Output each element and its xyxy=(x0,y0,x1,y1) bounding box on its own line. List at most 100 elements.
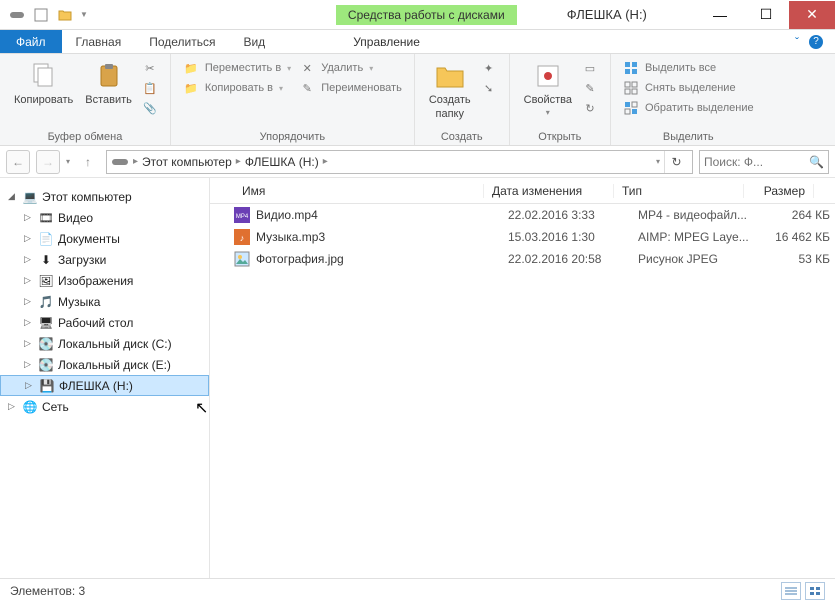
file-size: 264 КБ xyxy=(760,208,830,222)
tab-manage[interactable]: Управление xyxy=(339,30,434,53)
computer-icon: 💻 xyxy=(22,189,38,205)
tree-item[interactable]: ▷📄Документы xyxy=(0,228,209,249)
column-date[interactable]: Дата изменения xyxy=(484,184,614,198)
search-input[interactable] xyxy=(704,155,809,169)
group-clipboard-label: Буфер обмена xyxy=(8,129,162,143)
file-row[interactable]: Фотография.jpg22.02.2016 20:58Рисунок JP… xyxy=(210,248,835,270)
close-button[interactable]: ✕ xyxy=(789,1,835,29)
expand-icon[interactable]: ▷ xyxy=(24,212,34,223)
file-row[interactable]: MP4Видио.mp422.02.2016 3:33MP4 - видеофа… xyxy=(210,204,835,226)
group-new: Создать папку ✦ ➘ Создать xyxy=(415,54,510,145)
nav-recent-icon[interactable]: ▾ xyxy=(66,157,70,166)
expand-icon[interactable]: ▷ xyxy=(24,296,34,307)
file-type: Рисунок JPEG xyxy=(630,252,760,266)
tab-home[interactable]: Главная xyxy=(62,30,136,53)
tree-item[interactable]: ▷💽Локальный диск (C:) xyxy=(0,333,209,354)
folder-icon: 💾 xyxy=(39,378,55,394)
tree-network[interactable]: ▷ 🌐 Сеть xyxy=(0,396,209,417)
minimize-ribbon-icon[interactable]: ˇ xyxy=(795,35,799,49)
copy-to-icon: 📁 xyxy=(183,80,199,96)
collapse-icon[interactable]: ◢ xyxy=(8,191,18,202)
select-none-button[interactable]: Снять выделение xyxy=(623,80,754,96)
copy-path-button[interactable]: 📋 xyxy=(142,80,158,96)
group-organize: 📁Переместить в▾ 📁Копировать в▾ ✕Удалить▾… xyxy=(171,54,415,145)
folder-icon: 🎵 xyxy=(38,294,54,310)
tab-share[interactable]: Поделиться xyxy=(135,30,229,53)
search-box[interactable]: 🔍 xyxy=(699,150,829,174)
chevron-right-icon[interactable]: ▸ xyxy=(236,156,241,167)
qat-folder-icon[interactable] xyxy=(56,6,74,24)
folder-icon: 🖼 xyxy=(38,273,54,289)
properties-button[interactable]: Свойства ▾ xyxy=(518,58,578,119)
expand-icon[interactable]: ▷ xyxy=(24,275,34,286)
chevron-right-icon[interactable]: ▸ xyxy=(133,156,138,167)
new-item-icon: ✦ xyxy=(481,60,497,76)
refresh-button[interactable]: ↻ xyxy=(664,151,688,173)
copy-path-icon: 📋 xyxy=(142,80,158,96)
tree-item-label: Музыка xyxy=(58,295,100,309)
address-bar[interactable]: ▸ Этот компьютер ▸ ФЛЕШКА (H:) ▸ ▾ ↻ xyxy=(106,150,693,174)
expand-icon[interactable]: ▷ xyxy=(24,359,34,370)
expand-icon[interactable]: ▷ xyxy=(8,401,18,412)
chevron-right-icon[interactable]: ▸ xyxy=(323,156,328,167)
cut-button[interactable]: ✂ xyxy=(142,60,158,76)
invert-selection-button[interactable]: Обратить выделение xyxy=(623,100,754,116)
delete-button[interactable]: ✕Удалить▾ xyxy=(299,60,402,76)
new-folder-button[interactable]: Создать папку xyxy=(423,58,477,122)
qat-dropdown-icon[interactable]: ▼ xyxy=(80,10,88,19)
file-name: Видио.mp4 xyxy=(256,208,500,222)
select-all-button[interactable]: Выделить все xyxy=(623,60,754,76)
help-icon[interactable]: ? xyxy=(809,35,823,49)
window-title: ФЛЕШКА (H:) xyxy=(517,7,697,22)
tree-item[interactable]: ▷💾ФЛЕШКА (H:) xyxy=(0,375,209,396)
easy-access-button[interactable]: ➘ xyxy=(481,80,497,96)
tab-view[interactable]: Вид xyxy=(229,30,279,53)
expand-icon[interactable]: ▷ xyxy=(24,338,34,349)
copy-to-button[interactable]: 📁Копировать в▾ xyxy=(183,80,291,96)
file-name: Фотография.jpg xyxy=(256,252,500,266)
address-dropdown-icon[interactable]: ▾ xyxy=(656,157,660,166)
rename-button[interactable]: ✎Переименовать xyxy=(299,80,402,96)
select-none-icon xyxy=(623,80,639,96)
tab-file[interactable]: Файл xyxy=(0,30,62,53)
tree-item[interactable]: ▷🎞Видео xyxy=(0,207,209,228)
expand-icon[interactable]: ▷ xyxy=(24,254,34,265)
nav-back-button[interactable]: ← xyxy=(6,150,30,174)
maximize-button[interactable]: ☐ xyxy=(743,1,789,29)
tree-item[interactable]: ▷🖥Рабочий стол xyxy=(0,312,209,333)
paste-button[interactable]: Вставить xyxy=(79,58,138,108)
expand-icon[interactable]: ▷ xyxy=(24,233,34,244)
column-type[interactable]: Тип xyxy=(614,184,744,198)
file-row[interactable]: ♪Музыка.mp315.03.2016 1:30AIMP: MPEG Lay… xyxy=(210,226,835,248)
paste-shortcut-button[interactable]: 📎 xyxy=(142,100,158,116)
copy-button[interactable]: Копировать xyxy=(8,58,79,108)
view-details-button[interactable] xyxy=(781,582,801,600)
tree-item[interactable]: ▷⬇Загрузки xyxy=(0,249,209,270)
expand-icon[interactable]: ▷ xyxy=(24,317,34,328)
history-button[interactable]: ↻ xyxy=(582,100,598,116)
nav-up-button[interactable]: ↑ xyxy=(76,150,100,174)
view-large-icons-button[interactable] xyxy=(805,582,825,600)
tree-item[interactable]: ▷💽Локальный диск (E:) xyxy=(0,354,209,375)
tree-item[interactable]: ▷ 🎵 Музыка xyxy=(0,291,209,312)
column-size[interactable]: Размер xyxy=(744,184,814,198)
new-item-button[interactable]: ✦ xyxy=(481,60,497,76)
open-button[interactable]: ▭ xyxy=(582,60,598,76)
column-name[interactable]: Имя xyxy=(234,184,484,198)
tree-item-label: Видео xyxy=(58,211,93,225)
qat-properties-icon[interactable] xyxy=(32,6,50,24)
breadcrumb-segment[interactable]: Этот компьютер xyxy=(142,155,232,169)
nav-forward-button[interactable]: → xyxy=(36,150,60,174)
minimize-button[interactable]: — xyxy=(697,1,743,29)
breadcrumb-segment[interactable]: ФЛЕШКА (H:) xyxy=(245,155,319,169)
move-to-button[interactable]: 📁Переместить в▾ xyxy=(183,60,291,76)
file-icon: ♪ xyxy=(234,229,250,245)
edit-icon: ✎ xyxy=(582,80,598,96)
tree-item[interactable]: ▷🖼Изображения xyxy=(0,270,209,291)
tree-root-this-pc[interactable]: ◢ 💻 Этот компьютер xyxy=(0,186,209,207)
edit-button[interactable]: ✎ xyxy=(582,80,598,96)
easy-access-icon: ➘ xyxy=(481,80,497,96)
expand-icon[interactable]: ▷ xyxy=(25,380,35,391)
tree-item-label: Рабочий стол xyxy=(58,316,133,330)
invert-icon xyxy=(623,100,639,116)
